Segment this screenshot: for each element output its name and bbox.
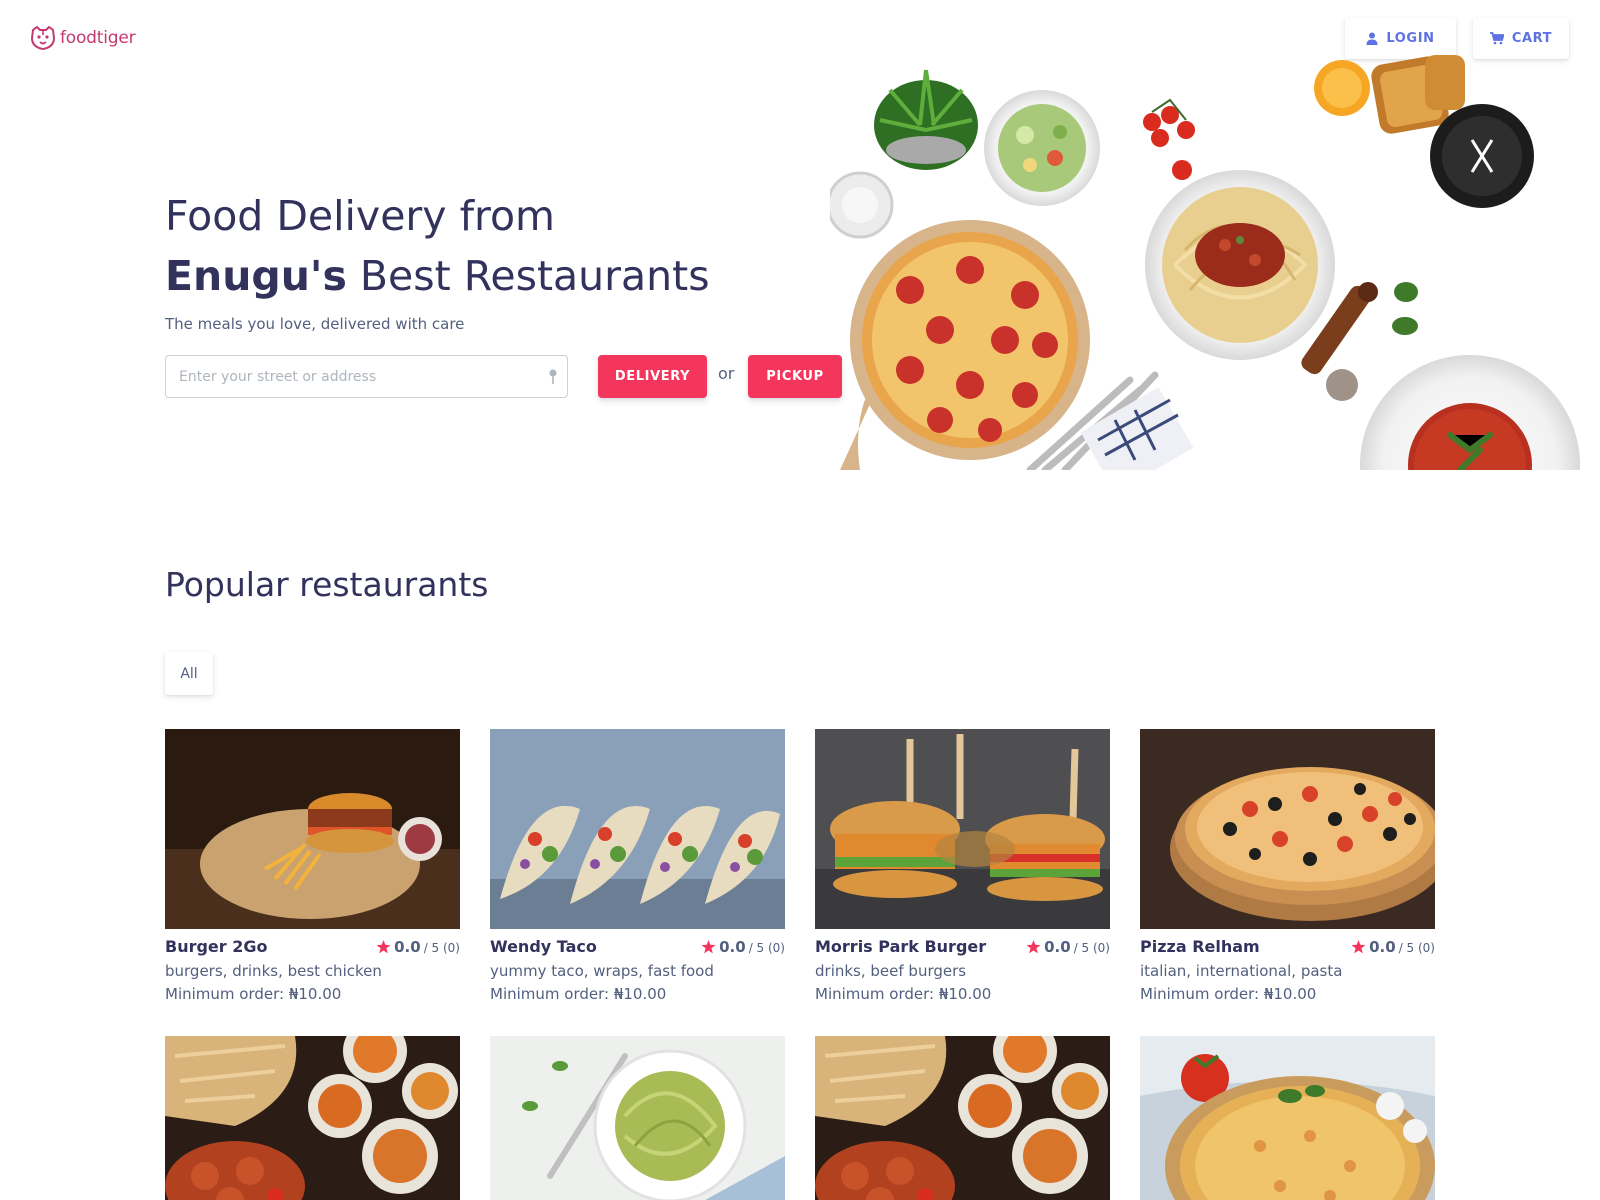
star-icon (376, 940, 391, 954)
restaurant-rating: 0.0 / 5 (0) (1351, 938, 1435, 956)
minimum-order: Minimum order: ₦10.00 (490, 985, 667, 1003)
restaurant-card[interactable]: Burger 2Go 0.0 / 5 (0) burgers, drinks, … (165, 729, 460, 1003)
restaurant-card[interactable] (490, 1036, 785, 1200)
restaurant-tags: yummy taco, wraps, fast food (490, 962, 714, 980)
restaurant-card[interactable]: Wendy Taco 0.0 / 5 (0) yummy taco, wraps… (490, 729, 785, 1003)
hero-title-line2: Enugu's Best Restaurants (165, 246, 710, 306)
tiger-icon (30, 26, 56, 50)
rating-value: 0.0 (1369, 938, 1396, 956)
rating-value: 0.0 (1044, 938, 1071, 956)
or-separator: or (718, 364, 735, 383)
restaurant-rating: 0.0 / 5 (0) (1026, 938, 1110, 956)
restaurant-image-indian-food[interactable] (165, 1036, 460, 1200)
hero-title-rest: Best Restaurants (346, 252, 710, 300)
restaurant-image-burger[interactable] (165, 729, 460, 929)
address-input[interactable] (166, 356, 567, 397)
brand-name: foodtiger (60, 28, 136, 48)
minimum-order: Minimum order: ₦10.00 (815, 985, 992, 1003)
rating-scale: / 5 (0) (748, 941, 785, 955)
restaurant-image-tomato-pizza[interactable] (1140, 1036, 1435, 1200)
rating-value: 0.0 (719, 938, 746, 956)
restaurant-image-tacos[interactable] (490, 729, 785, 929)
rating-scale: / 5 (0) (423, 941, 460, 955)
restaurant-image-mini-burgers[interactable] (815, 729, 1110, 929)
star-icon (1026, 940, 1041, 954)
tomato-icon (1143, 98, 1195, 180)
hero-city: Enugu's (165, 252, 347, 300)
brand-logo[interactable]: foodtiger (30, 26, 136, 50)
star-icon (1351, 940, 1366, 954)
star-icon (701, 940, 716, 954)
pin-icon (549, 369, 557, 384)
minimum-order: Minimum order: ₦10.00 (1140, 985, 1317, 1003)
hero-title-line1: Food Delivery from (165, 192, 555, 240)
delivery-button[interactable]: DELIVERY (598, 355, 707, 398)
restaurant-card[interactable] (1140, 1036, 1435, 1200)
rating-value: 0.0 (394, 938, 421, 956)
restaurant-tags: drinks, beef burgers (815, 962, 967, 980)
restaurant-name[interactable]: Morris Park Burger (815, 937, 986, 956)
hero-food-illustration (830, 40, 1600, 470)
restaurant-name[interactable]: Wendy Taco (490, 937, 597, 956)
restaurant-name[interactable]: Burger 2Go (165, 937, 268, 956)
rating-scale: / 5 (0) (1073, 941, 1110, 955)
restaurant-card[interactable] (815, 1036, 1110, 1200)
restaurant-card[interactable]: Pizza Relham 0.0 / 5 (0) italian, intern… (1140, 729, 1435, 1003)
hero-title: Food Delivery from Enugu's Best Restaura… (165, 186, 710, 306)
restaurant-rating: 0.0 / 5 (0) (701, 938, 785, 956)
rating-scale: / 5 (0) (1398, 941, 1435, 955)
pizza-board (840, 220, 1090, 470)
pickup-button[interactable]: PICKUP (748, 355, 842, 398)
restaurant-image-indian-food[interactable] (815, 1036, 1110, 1200)
restaurant-card[interactable]: Morris Park Burger 0.0 / 5 (0) drinks, b… (815, 729, 1110, 1003)
restaurant-image-pesto-pasta[interactable] (490, 1036, 785, 1200)
restaurant-image-pizza[interactable] (1140, 729, 1435, 929)
filter-all-button[interactable]: All (165, 652, 213, 695)
restaurant-rating: 0.0 / 5 (0) (376, 938, 460, 956)
plant-icon (874, 69, 978, 170)
restaurant-card[interactable] (165, 1036, 460, 1200)
restaurant-tags: italian, international, pasta (1140, 962, 1343, 980)
section-title: Popular restaurants (165, 565, 489, 604)
restaurant-tags: burgers, drinks, best chicken (165, 962, 382, 980)
minimum-order: Minimum order: ₦10.00 (165, 985, 342, 1003)
address-field[interactable] (165, 355, 568, 398)
hero-subtitle: The meals you love, delivered with care (165, 315, 465, 333)
restaurant-name[interactable]: Pizza Relham (1140, 937, 1260, 956)
